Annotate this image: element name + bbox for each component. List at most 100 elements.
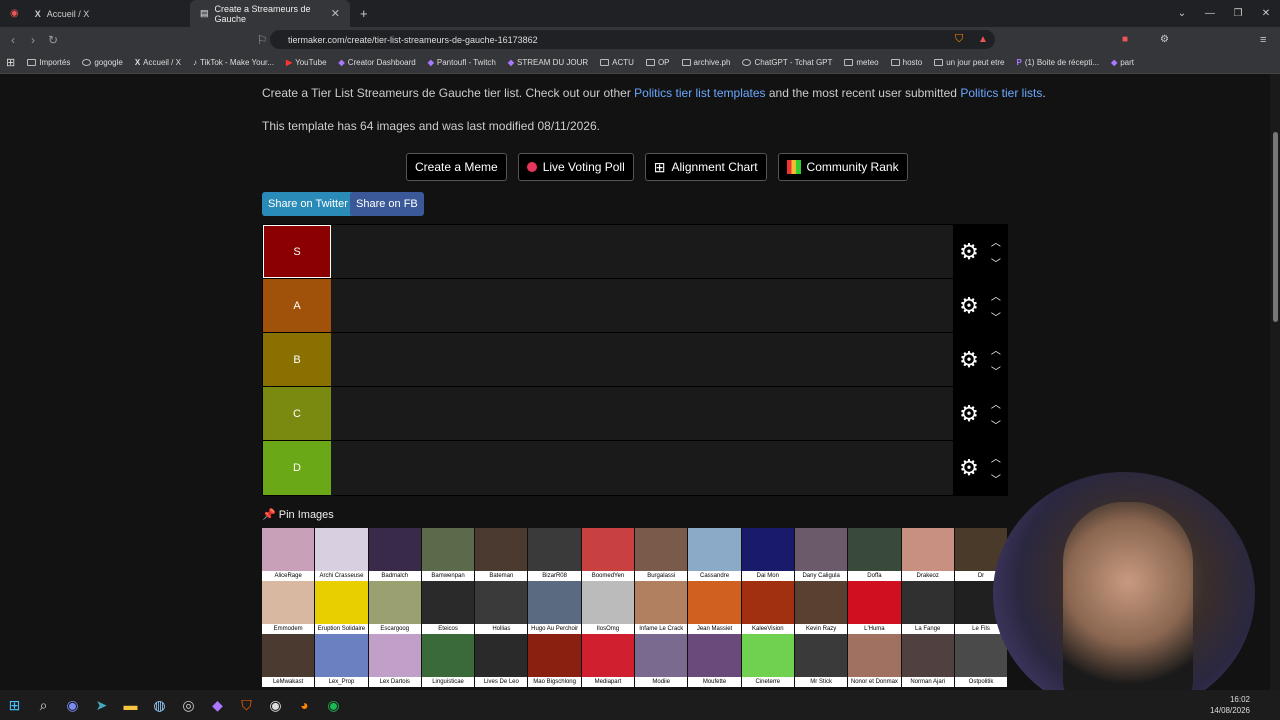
tier-drop-zone[interactable] bbox=[331, 387, 953, 440]
gear-icon[interactable]: ⚙ bbox=[959, 239, 979, 265]
close-tab-icon[interactable]: ✕ bbox=[331, 7, 340, 20]
bookmark-item[interactable]: gogogle bbox=[76, 58, 128, 67]
tier-image[interactable]: Lives De Leo bbox=[475, 634, 529, 687]
maximize-button[interactable]: ❐ bbox=[1224, 8, 1252, 19]
move-up-icon[interactable]: ︿ bbox=[991, 288, 1001, 303]
bookmark-item[interactable]: ChatGPT - Tchat GPT bbox=[736, 58, 838, 67]
tier-drop-zone[interactable] bbox=[331, 333, 953, 386]
tier-image[interactable]: Burgalassi bbox=[635, 528, 689, 581]
tier-drop-zone[interactable] bbox=[331, 441, 953, 495]
telegram-icon[interactable]: ➤ bbox=[87, 690, 116, 720]
move-down-icon[interactable]: ﹀ bbox=[991, 363, 1001, 378]
tier-image[interactable]: La Fange bbox=[901, 581, 955, 634]
tier-label[interactable]: A bbox=[263, 279, 331, 332]
tier-image[interactable]: Bamwenpan bbox=[421, 528, 476, 581]
file-explorer-icon[interactable]: ▬ bbox=[116, 690, 145, 720]
extensions-icon[interactable]: ⚙ bbox=[1160, 34, 1169, 45]
tier-image[interactable]: Linguisticae bbox=[421, 634, 476, 687]
extension-icon[interactable]: ■ bbox=[1122, 34, 1128, 45]
tier-image[interactable]: Modiie bbox=[635, 634, 689, 687]
bookmark-item[interactable]: ◆ Pantoufl - Twitch bbox=[422, 58, 502, 67]
move-down-icon[interactable]: ﹀ bbox=[991, 417, 1001, 432]
bookmark-item[interactable]: X Accueil / X bbox=[129, 58, 187, 67]
tier-image[interactable]: Mao Bigschlong bbox=[528, 634, 582, 687]
chrome-icon[interactable]: ◉ bbox=[261, 690, 290, 720]
tier-image[interactable]: AliceRage bbox=[262, 528, 316, 581]
bookmark-item[interactable]: ACTU bbox=[594, 58, 640, 67]
bookmark-item[interactable]: OP bbox=[640, 58, 676, 67]
brave-icon[interactable]: ⛉ bbox=[232, 690, 261, 720]
obs-icon[interactable]: ◎ bbox=[174, 690, 203, 720]
back-icon[interactable]: ‹ bbox=[3, 33, 23, 47]
tier-image[interactable]: Hugo Au Perchoir bbox=[528, 581, 582, 634]
politics-templates-link[interactable]: Politics tier list templates bbox=[634, 86, 765, 100]
close-window-button[interactable]: ✕ bbox=[1252, 8, 1280, 19]
menu-icon[interactable]: ≡ bbox=[1260, 34, 1266, 46]
url-field[interactable]: tiermaker.com/create/tier-list-streameur… bbox=[270, 30, 995, 49]
apps-icon[interactable]: ⊞ bbox=[0, 56, 21, 69]
tier-image[interactable]: Doffa bbox=[848, 528, 902, 581]
reload-icon[interactable]: ↻ bbox=[43, 33, 63, 47]
tier-image[interactable]: Dai Mon bbox=[741, 528, 795, 581]
tier-label[interactable]: D bbox=[263, 441, 331, 495]
bookmark-item[interactable]: ♪ TikTok - Make Your... bbox=[187, 58, 280, 67]
move-up-icon[interactable]: ︿ bbox=[991, 234, 1001, 249]
rewards-icon[interactable]: ▲ bbox=[978, 34, 988, 45]
move-up-icon[interactable]: ︿ bbox=[991, 342, 1001, 357]
tier-image[interactable]: Badmalch bbox=[368, 528, 422, 581]
bookmark-item[interactable]: ◆ Creator Dashboard bbox=[333, 58, 422, 67]
browser-menu-icon[interactable]: ◉ bbox=[10, 8, 19, 19]
scrollbar-thumb[interactable] bbox=[1273, 132, 1278, 322]
move-up-icon[interactable]: ︿ bbox=[991, 396, 1001, 411]
alignment-chart-button[interactable]: ⊞ Alignment Chart bbox=[644, 153, 767, 181]
move-down-icon[interactable]: ﹀ bbox=[991, 309, 1001, 324]
tier-image[interactable]: Escargoog bbox=[368, 581, 422, 634]
tier-image[interactable]: Kevin Razy bbox=[794, 581, 849, 634]
tier-label[interactable]: S bbox=[263, 225, 331, 278]
tier-image[interactable]: Lex_Prop bbox=[315, 634, 369, 687]
bookmark-item[interactable]: hosto bbox=[885, 58, 929, 67]
brave-shield-icon[interactable]: ⛉ bbox=[955, 33, 963, 46]
pin-images-toggle[interactable]: 📌 Pin Images bbox=[262, 508, 334, 521]
share-twitter-button[interactable]: Share on Twitter bbox=[262, 192, 354, 216]
tier-label[interactable]: C bbox=[263, 387, 331, 440]
tier-image[interactable]: Dany Caligula bbox=[794, 528, 849, 581]
tier-drop-zone[interactable] bbox=[331, 279, 953, 332]
tier-image[interactable]: Cassandre bbox=[688, 528, 742, 581]
tier-image[interactable]: Hollias bbox=[475, 581, 529, 634]
move-up-icon[interactable]: ︿ bbox=[991, 450, 1001, 465]
politics-lists-link[interactable]: Politics tier lists bbox=[960, 86, 1042, 100]
bookmark-icon[interactable]: ⚐ bbox=[252, 33, 272, 47]
gear-icon[interactable]: ⚙ bbox=[959, 347, 979, 373]
tier-image[interactable]: Nonor et Donmax bbox=[848, 634, 902, 687]
forward-icon[interactable]: › bbox=[23, 33, 43, 47]
tier-image[interactable]: LeMwakast bbox=[262, 634, 316, 687]
tier-image[interactable]: BizarR08 bbox=[528, 528, 582, 581]
tier-image[interactable]: Cineterre bbox=[741, 634, 795, 687]
tier-image[interactable]: Drakeoz bbox=[901, 528, 955, 581]
gear-icon[interactable]: ⚙ bbox=[959, 401, 979, 427]
minimize-button[interactable]: — bbox=[1196, 8, 1224, 19]
move-down-icon[interactable]: ﹀ bbox=[991, 255, 1001, 270]
tab-accueil-x[interactable]: ◉ X Accueil / X bbox=[0, 0, 190, 27]
tier-image[interactable]: Mediapart bbox=[581, 634, 636, 687]
page-scrollbar[interactable] bbox=[1270, 74, 1280, 690]
tier-image[interactable]: IlosOmg bbox=[581, 581, 636, 634]
tier-image[interactable]: Eteicos bbox=[421, 581, 476, 634]
tier-image[interactable]: Norman Ajari bbox=[901, 634, 955, 687]
gear-icon[interactable]: ⚙ bbox=[959, 293, 979, 319]
tier-drop-zone[interactable] bbox=[331, 225, 953, 278]
tier-image[interactable]: Eruption Solidaire bbox=[315, 581, 369, 634]
tier-image[interactable]: L'Huma bbox=[848, 581, 902, 634]
tier-image[interactable]: Emmodem bbox=[262, 581, 316, 634]
bookmark-item[interactable]: archive.ph bbox=[676, 58, 737, 67]
tier-image[interactable]: KaleeVision bbox=[741, 581, 795, 634]
firefox-icon[interactable]: ◕ bbox=[290, 690, 319, 720]
bookmark-item[interactable]: Importés bbox=[21, 58, 76, 67]
tab-search-icon[interactable]: ⌄ bbox=[1168, 8, 1196, 19]
tier-image[interactable]: Ostpolitik bbox=[954, 634, 1009, 687]
live-voting-poll-button[interactable]: Live Voting Poll bbox=[517, 153, 634, 181]
search-icon[interactable]: ⌕ bbox=[29, 690, 58, 720]
create-meme-button[interactable]: Create a Meme bbox=[406, 153, 507, 181]
tier-image[interactable]: Mr Stick bbox=[794, 634, 849, 687]
